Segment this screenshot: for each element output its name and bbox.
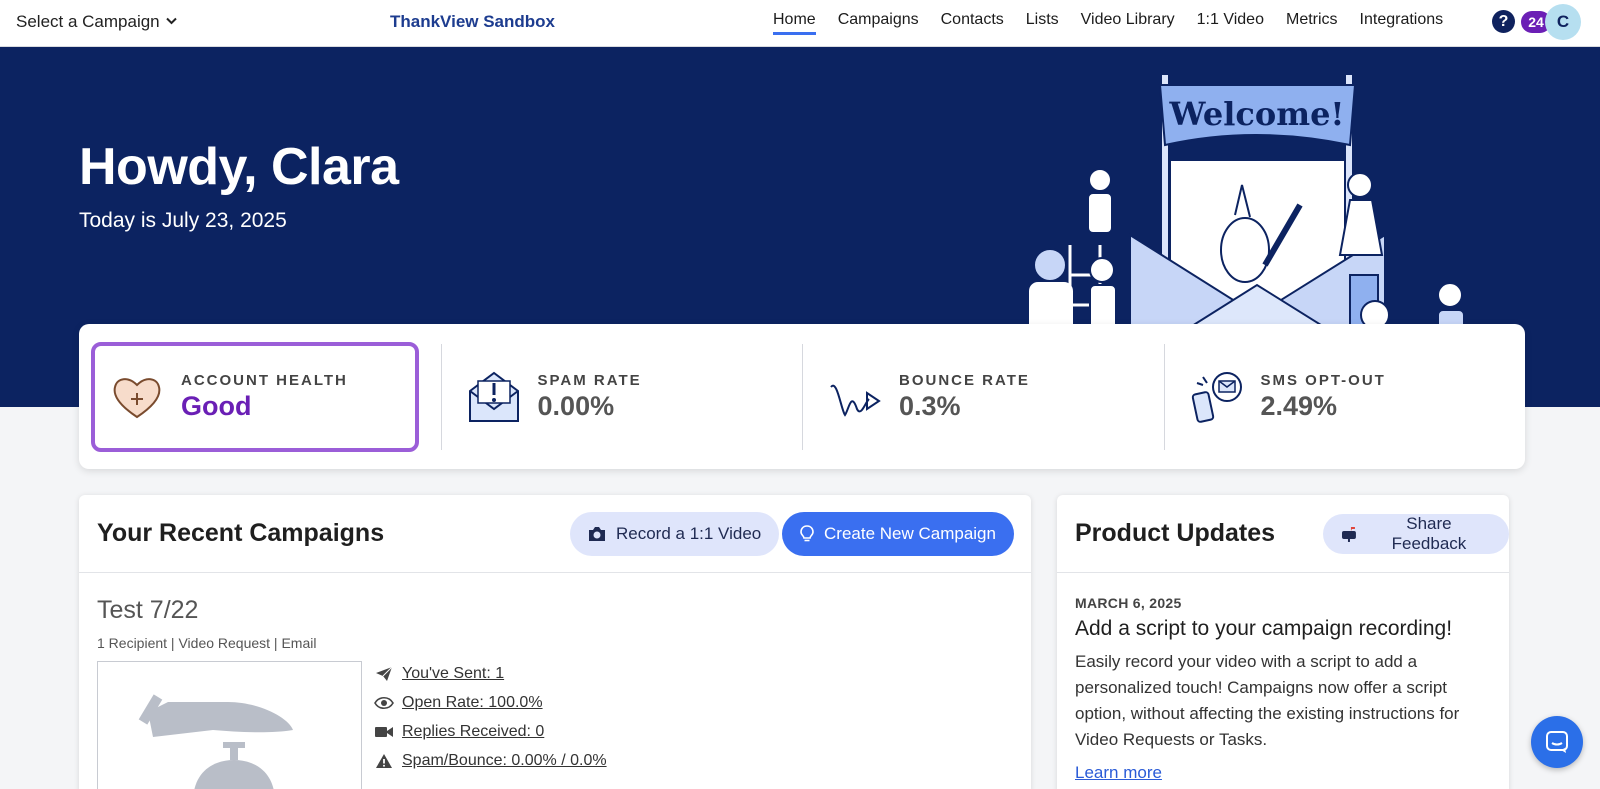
- campaign-sent-link[interactable]: You've Sent: 1: [402, 665, 504, 683]
- create-campaign-label: Create New Campaign: [824, 524, 996, 543]
- recent-campaigns-title: Your Recent Campaigns: [97, 519, 385, 547]
- greeting-heading: Howdy, Clara: [79, 138, 399, 196]
- service-bell-hand-icon: [138, 694, 293, 789]
- product-updates-header: Product Updates Share Feedback: [1057, 495, 1509, 573]
- bounce-rate-stat[interactable]: BOUNCE RATE 0.3%: [802, 343, 1163, 450]
- campaign-spam-bounce-link[interactable]: Spam/Bounce: 0.00% / 0.0%: [402, 752, 607, 770]
- heart-plus-icon: [113, 377, 161, 418]
- update-date: MARCH 6, 2025: [1075, 595, 1182, 611]
- spam-rate-value: 0.00%: [537, 390, 615, 421]
- mailbox-icon: [1341, 527, 1356, 542]
- share-feedback-label: Share Feedback: [1391, 514, 1467, 553]
- camera-icon: [589, 527, 605, 541]
- create-campaign-button[interactable]: Create New Campaign: [782, 512, 1014, 556]
- chat-icon: [1546, 731, 1568, 753]
- sms-opt-out-value: 2.49%: [1260, 390, 1338, 421]
- welcome-illustration: Welcome!: [1027, 75, 1465, 365]
- update-headline: Add a script to your campaign recording!: [1075, 617, 1453, 640]
- nav-link-metrics[interactable]: Metrics: [1286, 11, 1338, 35]
- product-updates-title: Product Updates: [1075, 519, 1276, 547]
- paper-plane-icon: [374, 665, 394, 683]
- warning-icon: [374, 752, 394, 770]
- campaign-replies-link[interactable]: Replies Received: 0: [402, 723, 544, 741]
- update-body: Easily record your video with a script t…: [1075, 652, 1460, 749]
- top-nav: Select a Campaign ThankView Sandbox Home…: [0, 0, 1600, 47]
- envelope-alert-icon: [468, 371, 519, 422]
- campaign-meta: 1 Recipient | Video Request | Email: [97, 635, 317, 651]
- account-stats-card: ACCOUNT HEALTH Good SPAM RATE 0.00% BOUN…: [79, 324, 1525, 469]
- bounce-rate-value: 0.3%: [899, 390, 961, 421]
- avatar[interactable]: C: [1545, 4, 1581, 40]
- today-date: Today is July 23, 2025: [79, 209, 287, 232]
- sms-opt-out-stat[interactable]: SMS OPT-OUT 2.49%: [1163, 343, 1525, 450]
- account-health-stat[interactable]: ACCOUNT HEALTH Good: [91, 341, 419, 452]
- nav-link-lists[interactable]: Lists: [1026, 11, 1059, 35]
- record-video-button[interactable]: Record a 1:1 Video: [570, 512, 780, 556]
- chat-launcher-button[interactable]: [1531, 716, 1583, 768]
- campaign-stat-sent: You've Sent: 1: [374, 665, 607, 683]
- sms-opt-out-label: SMS OPT-OUT: [1260, 371, 1386, 389]
- nav-link-campaigns[interactable]: Campaigns: [838, 11, 919, 35]
- share-feedback-button[interactable]: Share Feedback: [1323, 514, 1509, 554]
- video-camera-icon: [374, 723, 394, 741]
- campaign-thumbnail[interactable]: [97, 661, 362, 789]
- spam-rate-stat[interactable]: SPAM RATE 0.00%: [440, 343, 802, 450]
- product-updates-panel: Product Updates Share Feedback MARCH 6, …: [1057, 495, 1509, 789]
- eye-icon: [374, 694, 394, 712]
- lightbulb-icon: [800, 525, 814, 542]
- campaign-select-label: Select a Campaign: [16, 12, 160, 31]
- brand-title[interactable]: ThankView Sandbox: [390, 12, 555, 32]
- account-health-value: Good: [181, 390, 252, 421]
- spam-rate-label: SPAM RATE: [537, 371, 642, 389]
- campaign-stat-replies: Replies Received: 0: [374, 723, 607, 741]
- record-video-label: Record a 1:1 Video: [616, 524, 762, 543]
- campaign-name[interactable]: Test 7/22: [97, 596, 198, 625]
- campaign-open-rate-link[interactable]: Open Rate: 100.0%: [402, 694, 543, 712]
- main-nav: Home Campaigns Contacts Lists Video Libr…: [773, 11, 1443, 35]
- nav-link-home[interactable]: Home: [773, 11, 816, 35]
- help-icon[interactable]: ?: [1492, 10, 1515, 33]
- bounce-arrow-icon: [830, 384, 881, 417]
- welcome-banner-text: Welcome!: [1169, 95, 1345, 133]
- campaign-stats-list: You've Sent: 1 Open Rate: 100.0% Replies…: [374, 665, 607, 770]
- campaign-stat-spam-bounce: Spam/Bounce: 0.00% / 0.0%: [374, 752, 607, 770]
- campaign-stat-open-rate: Open Rate: 100.0%: [374, 694, 607, 712]
- nav-link-contacts[interactable]: Contacts: [941, 11, 1004, 35]
- phone-message-icon: [1191, 371, 1242, 423]
- bounce-rate-label: BOUNCE RATE: [899, 371, 1030, 389]
- nav-link-one-to-one-video[interactable]: 1:1 Video: [1197, 11, 1264, 35]
- nav-link-video-library[interactable]: Video Library: [1081, 11, 1175, 35]
- learn-more-link[interactable]: Learn more: [1075, 763, 1162, 783]
- campaign-select-dropdown[interactable]: Select a Campaign: [16, 12, 177, 32]
- chevron-down-icon: [165, 16, 177, 28]
- recent-campaigns-header: Your Recent Campaigns Record a 1:1 Video…: [79, 495, 1031, 573]
- nav-link-integrations[interactable]: Integrations: [1360, 11, 1444, 35]
- account-health-label: ACCOUNT HEALTH: [181, 371, 348, 389]
- recent-campaigns-panel: Your Recent Campaigns Record a 1:1 Video…: [79, 495, 1031, 789]
